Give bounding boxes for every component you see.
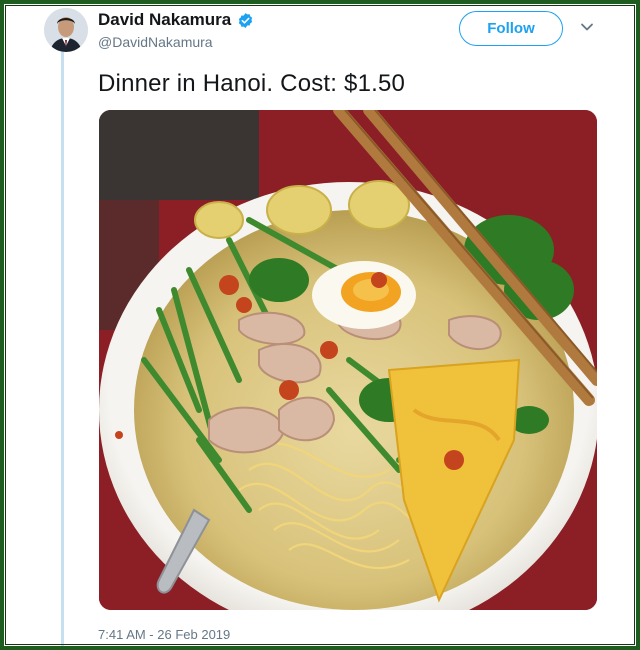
avatar-image xyxy=(44,8,88,52)
verified-badge-icon xyxy=(239,12,253,28)
thread-line xyxy=(61,52,64,647)
tweet-text: Dinner in Hanoi. Cost: $1.50 xyxy=(98,70,406,97)
avatar[interactable] xyxy=(44,8,88,52)
tweet-timestamp[interactable]: 7:41 AM - 26 Feb 2019 xyxy=(98,627,230,642)
display-name[interactable]: David Nakamura xyxy=(98,10,231,30)
chevron-down-icon[interactable] xyxy=(580,20,594,34)
tweet-photo[interactable] xyxy=(99,110,597,610)
author-handle[interactable]: @DavidNakamura xyxy=(98,34,213,50)
follow-button[interactable]: Follow xyxy=(459,11,563,46)
author-name-row: David Nakamura xyxy=(98,10,254,30)
noodle-soup-photo xyxy=(99,110,597,610)
